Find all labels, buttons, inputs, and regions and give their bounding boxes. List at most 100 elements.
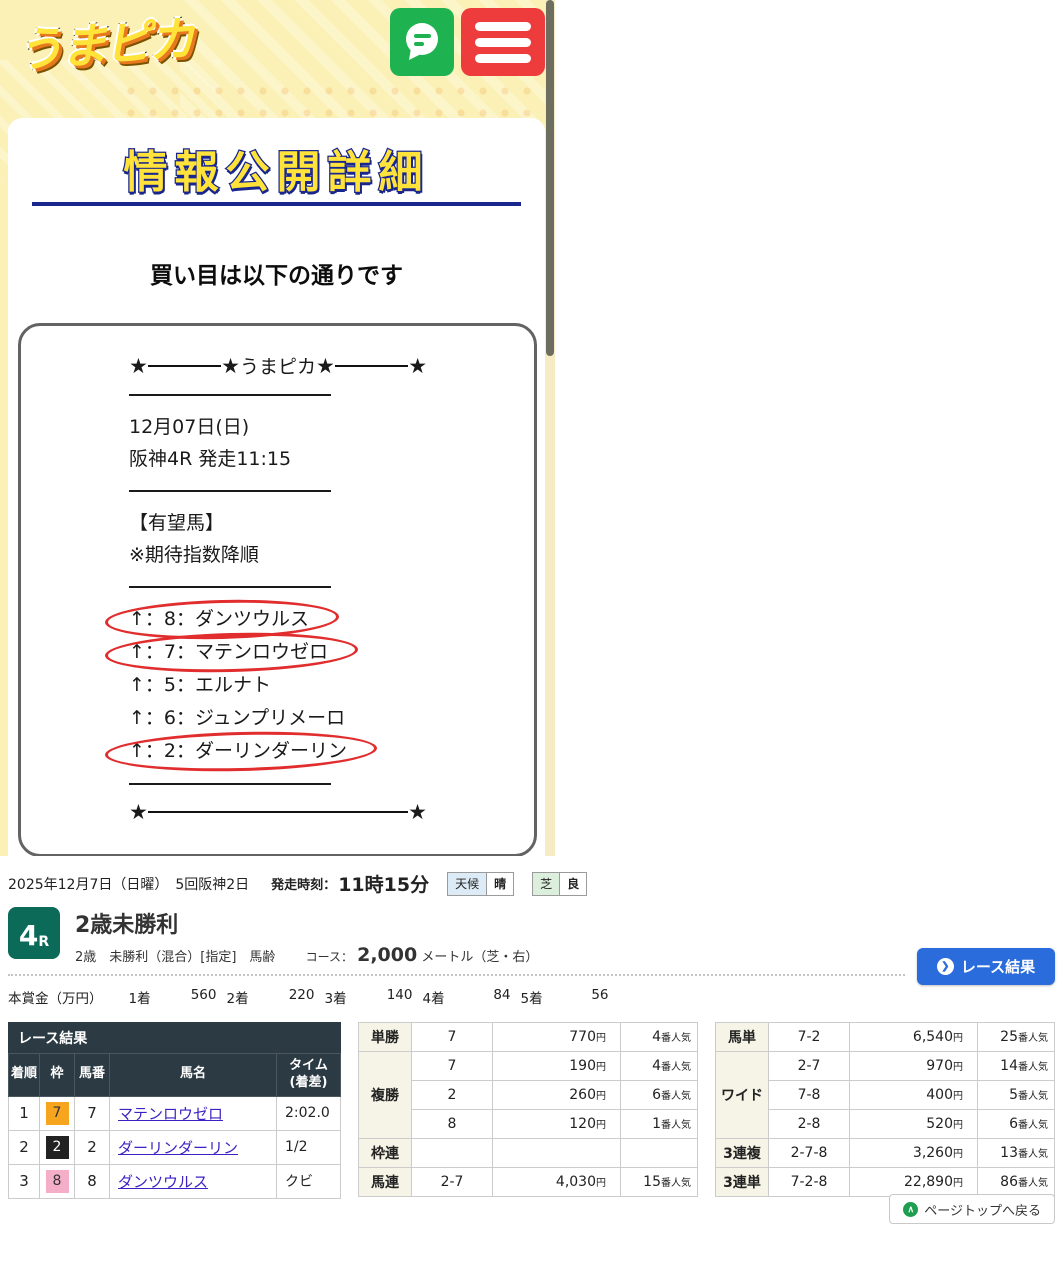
unit-suffix: 円 bbox=[596, 1091, 606, 1102]
payout-type-label: 枠連 bbox=[359, 1139, 412, 1168]
tip-group-title: 【有望馬】 bbox=[129, 507, 518, 539]
horse-name-link[interactable]: ダンツウルス bbox=[118, 1173, 208, 1191]
tip-horse-line: ↑：7：マテンロウゼロ bbox=[129, 636, 518, 669]
payout-combo-cell: 7-8 bbox=[769, 1081, 850, 1110]
race-conditions: 2歳 未勝利（混合）[指定] 馬齢 コース： 2,000 メートル（芝・右） bbox=[75, 944, 538, 966]
prize-label: 本賞金（万円） bbox=[8, 987, 103, 1007]
payout-popularity-cell bbox=[621, 1139, 698, 1168]
star-icon: ★ bbox=[408, 800, 427, 824]
horse-name-link[interactable]: ダーリンダーリン bbox=[118, 1139, 238, 1157]
payout-type-label: 複勝 bbox=[359, 1052, 412, 1139]
unit-suffix: 番人気 bbox=[661, 1091, 691, 1102]
unit-suffix: 円 bbox=[953, 1149, 963, 1160]
name-cell: ダーリンダーリン bbox=[110, 1130, 277, 1164]
unit-suffix: 円 bbox=[953, 1091, 963, 1102]
table-row: 222ダーリンダーリン1/2 bbox=[9, 1130, 341, 1164]
finish-order-table-title: レース結果 bbox=[8, 1022, 341, 1053]
frame-cell: 7 bbox=[40, 1096, 75, 1130]
tip-date: 12月07日(日) bbox=[129, 411, 518, 443]
payout-row: 単勝7770円4番人気 bbox=[359, 1023, 698, 1052]
tip-horse-text: ↑：6：ジュンプリメーロ bbox=[129, 702, 345, 735]
unit-suffix: 番人気 bbox=[1018, 1149, 1048, 1160]
col-frame: 枠 bbox=[40, 1054, 75, 1097]
payout-row: 3連単7-2-822,890円86番人気 bbox=[716, 1168, 1055, 1197]
payout-amount-cell: 260円 bbox=[493, 1081, 621, 1110]
payout-type-label: ワイド bbox=[716, 1052, 769, 1139]
payout-row: 馬連2-74,030円15番人気 bbox=[359, 1168, 698, 1197]
start-time-label: 発走時刻： bbox=[271, 874, 336, 893]
tip-horse-text: ↑：7：マテンロウゼロ bbox=[129, 636, 328, 669]
payout-amount-cell bbox=[493, 1139, 621, 1168]
payout-row: 枠連 bbox=[359, 1139, 698, 1168]
frame-color-badge: 8 bbox=[46, 1170, 69, 1193]
unit-suffix: 円 bbox=[953, 1178, 963, 1189]
payout-combo-cell: 2 bbox=[412, 1081, 493, 1110]
tip-horse-line: ↑：2：ダーリンダーリン bbox=[129, 735, 518, 768]
chat-button[interactable] bbox=[390, 8, 454, 76]
payout-row: ワイド2-7970円14番人気 bbox=[716, 1052, 1055, 1081]
payout-popularity-cell: 15番人気 bbox=[621, 1168, 698, 1197]
number-cell: 8 bbox=[75, 1164, 110, 1198]
race-name-block: 2歳未勝利 2歳 未勝利（混合）[指定] 馬齢 コース： 2,000 メートル（… bbox=[75, 907, 538, 966]
start-time-value: 11時15分 bbox=[338, 870, 429, 897]
tip-horse-line: ↑：5：エルナト bbox=[129, 669, 518, 702]
time-cell: 1/2 bbox=[277, 1130, 341, 1164]
race-result-button[interactable]: ❯ レース結果 bbox=[917, 948, 1055, 985]
frame-color-badge: 2 bbox=[46, 1136, 69, 1159]
ticket-footer: ★ ★ bbox=[129, 800, 427, 824]
name-cell: ダンツウルス bbox=[110, 1164, 277, 1198]
race-result-section: 2025年12月7日（日曜） 5回阪神2日 発走時刻： 11時15分 天候 晴 … bbox=[0, 860, 1063, 1285]
payout-popularity-cell: 25番人気 bbox=[978, 1023, 1055, 1052]
tip-horse-list: ↑：8：ダンツウルス↑：7：マテンロウゼロ↑：5：エルナト↑：6：ジュンプリメー… bbox=[129, 603, 518, 768]
umapika-logo: うまピカ bbox=[14, 0, 194, 81]
prize-item: 5着56 bbox=[521, 987, 609, 1007]
tips-box: ★ ★うまピカ★ ★ 12月07日(日) 阪神4R 発走11:15 【有望馬】 … bbox=[18, 323, 537, 856]
unit-suffix: 番人気 bbox=[1018, 1062, 1048, 1073]
weather-label: 天候 bbox=[448, 873, 486, 895]
race-result-button-label: レース結果 bbox=[961, 956, 1035, 977]
payout-combo-cell: 7-2-8 bbox=[769, 1168, 850, 1197]
scrollbar-track[interactable] bbox=[545, 0, 555, 856]
name-cell: マテンロウゼロ bbox=[110, 1096, 277, 1130]
back-to-top-button[interactable]: ∧ ページトップへ戻る bbox=[889, 1194, 1055, 1224]
payout-amount-cell: 6,540円 bbox=[850, 1023, 978, 1052]
unit-suffix: 番人気 bbox=[661, 1062, 691, 1073]
finish-order-table: レース結果 着順 枠 馬番 馬名 タイム(着差) 177マテンロウゼロ2:02.… bbox=[8, 1022, 341, 1199]
payout-popularity-cell: 13番人気 bbox=[978, 1139, 1055, 1168]
payout-amount-cell: 520円 bbox=[850, 1110, 978, 1139]
content-card: 情報公開詳細 買い目は以下の通りです ★ ★うまピカ★ ★ 12月07日(日) … bbox=[8, 118, 545, 856]
table-row: 177マテンロウゼロ2:02.0 bbox=[9, 1096, 341, 1130]
hamburger-menu-button[interactable] bbox=[461, 8, 545, 76]
payout-combo-cell: 2-8 bbox=[769, 1110, 850, 1139]
title-underline bbox=[32, 202, 521, 206]
turf-badge: 芝 良 bbox=[532, 872, 587, 896]
unit-suffix: 番人気 bbox=[1018, 1120, 1048, 1131]
payout-row: 馬単7-26,540円25番人気 bbox=[716, 1023, 1055, 1052]
back-to-top-label: ページトップへ戻る bbox=[924, 1200, 1041, 1219]
payout-combo-cell: 2-7 bbox=[412, 1168, 493, 1197]
payout-combo-cell: 2-7-8 bbox=[769, 1139, 850, 1168]
payout-popularity-cell: 5番人気 bbox=[978, 1081, 1055, 1110]
race-title-row: 4 R 2歳未勝利 2歳 未勝利（混合）[指定] 馬齢 コース： 2,000 メ… bbox=[8, 907, 1055, 966]
payout-popularity-cell: 4番人気 bbox=[621, 1052, 698, 1081]
star-icon: ★ bbox=[316, 354, 335, 378]
chevron-up-circle-icon: ∧ bbox=[903, 1202, 918, 1217]
section-divider bbox=[129, 586, 331, 588]
star-icon: ★ bbox=[129, 800, 148, 824]
payout-combo-cell: 7-2 bbox=[769, 1023, 850, 1052]
payout-popularity-cell: 4番人気 bbox=[621, 1023, 698, 1052]
horse-name-link[interactable]: マテンロウゼロ bbox=[118, 1105, 223, 1123]
weather-value: 晴 bbox=[486, 873, 513, 895]
col-rank: 着順 bbox=[9, 1054, 40, 1097]
scrollbar-thumb[interactable] bbox=[546, 0, 554, 356]
star-icon: ★ bbox=[221, 354, 240, 378]
prize-item: 2着220 bbox=[227, 987, 315, 1007]
payout-row: 3連複2-7-83,260円13番人気 bbox=[716, 1139, 1055, 1168]
course-detail: メートル（芝・右） bbox=[421, 950, 538, 965]
star-icon: ★ bbox=[129, 354, 148, 378]
unit-suffix: 番人気 bbox=[1018, 1033, 1048, 1044]
section-divider bbox=[129, 490, 331, 492]
col-number: 馬番 bbox=[75, 1054, 110, 1097]
race-number-suffix: R bbox=[38, 935, 49, 949]
payout-type-label: 馬連 bbox=[359, 1168, 412, 1197]
